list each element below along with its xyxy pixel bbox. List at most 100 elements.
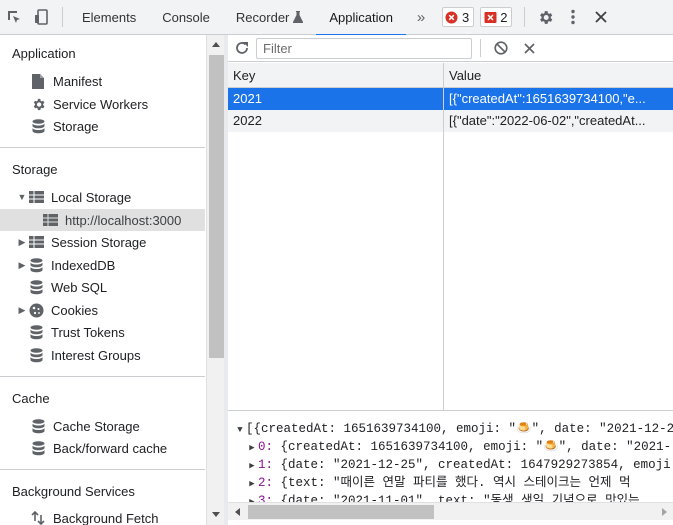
scroll-up-arrow-icon[interactable] [212,42,220,47]
section-title-storage: Storage [12,162,58,177]
refresh-icon[interactable] [228,35,256,62]
preview-index: 1 [258,458,266,472]
sidebar-item-label: Trust Tokens [51,324,125,340]
scroll-right-arrow-icon[interactable] [662,508,667,516]
sidebar-scrollbar-thumb[interactable] [209,55,224,358]
collapsed-arrow-icon[interactable]: ▶ [16,305,28,316]
sidebar-item-label: Local Storage [51,189,132,205]
database-icon [30,118,46,134]
tab-label: Recorder [235,9,290,25]
tab-recorder[interactable]: Recorder [223,0,316,35]
sidebar-item-label: Background Fetch [53,510,159,525]
sidebar-item-label: Interest Groups [51,347,141,363]
section-divider [0,147,205,148]
sidebar-item-label: Cookies [51,302,98,318]
sidebar-item-indexeddb[interactable]: ▶ IndexedDB [0,254,205,276]
value-preview: ▼ [{createdAt: 1651639734100, emoji: "🍮",… [228,412,673,502]
filter-input[interactable] [256,37,472,59]
sidebar-item-label: Back/forward cache [53,440,168,456]
gear-icon [30,96,46,112]
preview-item-text: {createdAt: 1651639734100, emoji: "🍮", d… [280,440,673,454]
issue-count: 2 [500,9,508,25]
sidebar-item-web-sql[interactable]: Web SQL [0,276,205,298]
expanded-arrow-icon[interactable]: ▼ [234,421,246,439]
tab-console[interactable]: Console [149,0,223,35]
storage-data-grid: Key Value 2021 [{"createdAt":16516397341… [228,63,673,411]
database-icon [30,440,46,456]
preview-item-text: {text: "때이른 연말 파티를 했다. 역시 스테이크는 언제 먹 [280,476,631,490]
sidebar-item-label: Cache Storage [53,418,140,434]
horizontal-scrollbar-thumb[interactable] [248,505,434,519]
tab-application[interactable]: Application [316,0,406,36]
column-header-key[interactable]: Key [228,63,443,88]
preview-item-text: {date: "2021-12-25", createdAt: 16479292… [280,458,673,472]
sidebar-item-back-forward-cache[interactable]: Back/forward cache [0,437,205,459]
section-title-cache: Cache [12,391,50,406]
storage-toolbar [228,35,673,62]
section-title-background-services: Background Services [12,484,135,499]
scroll-left-arrow-icon[interactable] [235,508,240,516]
collapsed-arrow-icon[interactable]: ▶ [16,260,28,271]
error-count-badge[interactable]: 3 [441,7,475,27]
sidebar-item-local-storage[interactable]: ▼ Local Storage [0,186,205,208]
preview-item[interactable]: ▶ 1: {date: "2021-12-25", createdAt: 1647… [246,456,673,474]
sidebar-item-localhost-3000[interactable]: http://localhost:3000 [0,209,205,231]
collapsed-arrow-icon[interactable]: ▶ [246,475,258,493]
collapsed-arrow-icon[interactable]: ▶ [16,237,28,248]
sidebar-item-manifest[interactable]: Manifest [0,70,205,92]
sidebar-item-label: Manifest [53,73,103,89]
sidebar-item-interest-groups[interactable]: Interest Groups [0,344,205,366]
tab-elements[interactable]: Elements [69,0,149,35]
table-icon [28,189,44,205]
row-key: 2022 [233,113,262,128]
settings-gear-icon[interactable] [531,0,559,35]
sidebar-item-label: Session Storage [51,234,147,250]
section-title-application: Application [12,46,76,61]
sidebar-item-session-storage[interactable]: ▶ Session Storage [0,231,205,253]
file-icon [30,73,46,89]
sidebar-item-trust-tokens[interactable]: Trust Tokens [0,321,205,343]
collapsed-arrow-icon[interactable]: ▶ [246,457,258,475]
sidebar-item-background-fetch[interactable]: Background Fetch [0,507,205,525]
device-toolbar-icon[interactable] [28,0,56,35]
error-icon [445,10,459,24]
application-sidebar: Application Manifest Service Workers Sto… [0,35,205,525]
expanded-arrow-icon[interactable]: ▼ [16,192,28,202]
collapsed-arrow-icon[interactable]: ▶ [246,493,258,502]
preview-horizontal-scrollbar[interactable] [228,502,673,520]
more-options-icon[interactable] [559,0,587,35]
table-icon [42,212,58,228]
close-devtools-icon[interactable] [587,0,615,35]
sidebar-item-storage[interactable]: Storage [0,115,205,137]
clear-all-icon[interactable] [487,35,515,62]
sidebar-item-label: Web SQL [51,279,108,295]
preview-item[interactable]: ▶ 3: {date: "2021-11-01", text: "동생 생일 기념… [246,492,639,502]
sidebar-item-service-workers[interactable]: Service Workers [0,93,205,115]
preview-index: 2 [258,476,266,490]
table-row[interactable]: 2022 [{"date":"2022-06-02","createdAt... [228,110,673,132]
sidebar-item-cache-storage[interactable]: Cache Storage [0,415,205,437]
sidebar-item-label: IndexedDB [51,257,116,273]
tab-label: Elements [82,9,137,25]
flask-icon [293,11,304,23]
scroll-down-arrow-icon[interactable] [212,512,220,517]
sidebar-item-cookies[interactable]: ▶ Cookies [0,299,205,321]
sidebar-scrollbar[interactable] [206,35,224,525]
preview-root-line[interactable]: ▼ [{createdAt: 1651639734100, emoji: "🍮",… [234,420,673,438]
column-divider[interactable] [443,63,444,411]
cookie-icon [28,302,44,318]
delete-selected-icon[interactable] [515,35,543,62]
collapsed-arrow-icon[interactable]: ▶ [246,439,258,457]
preview-index: 0 [258,440,266,454]
sidebar-item-label: http://localhost:3000 [65,212,182,228]
preview-item[interactable]: ▶ 2: {text: "때이른 연말 파티를 했다. 역시 스테이크는 언제 먹 [246,474,631,493]
more-tabs-icon[interactable]: » [406,0,436,35]
database-icon [28,324,44,340]
preview-item[interactable]: ▶ 0: {createdAt: 1651639734100, emoji: "🍮… [246,438,673,456]
column-header-value[interactable]: Value [444,63,673,88]
local-storage-panel: Key Value 2021 [{"createdAt":16516397341… [228,35,673,525]
table-row[interactable]: 2021 [{"createdAt":1651639734100,"e... [228,88,673,110]
toolbar-separator [524,7,526,27]
inspect-element-icon[interactable] [0,0,28,35]
issue-count-badge[interactable]: 2 [480,7,513,27]
